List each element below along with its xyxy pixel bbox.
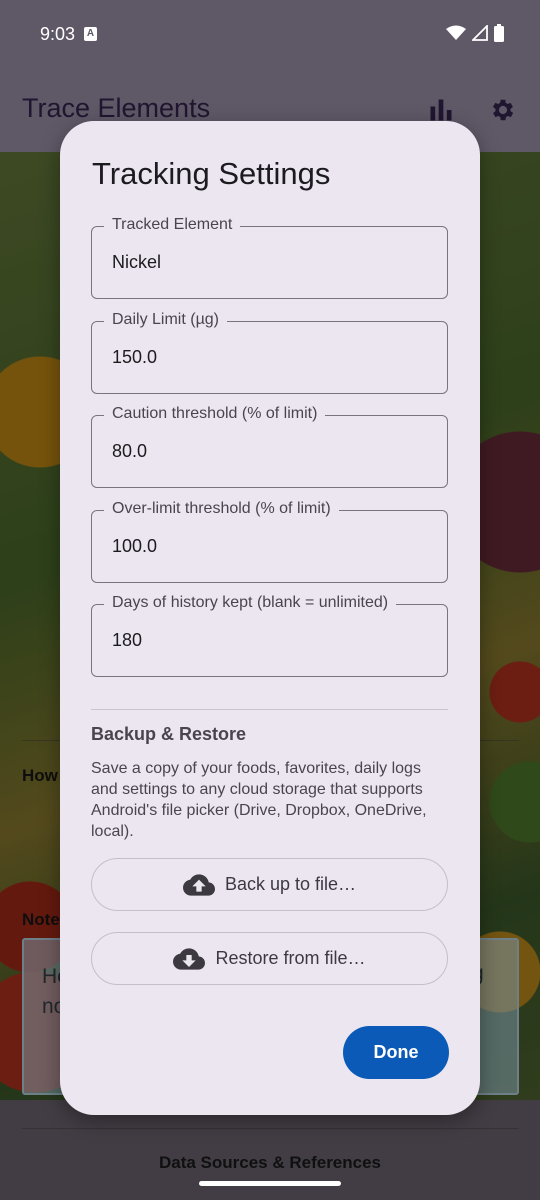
signal-icon (472, 25, 488, 41)
done-button[interactable]: Done (343, 1026, 449, 1079)
section-divider (91, 709, 448, 710)
field-label: Daily Limit (µg) (104, 311, 228, 329)
field-label: Over-limit threshold (% of limit) (104, 500, 339, 518)
notes-section-label: Note (22, 910, 60, 929)
app-title: Trace Elements (22, 93, 211, 123)
data-sources-link[interactable]: Data Sources & References (0, 1153, 540, 1173)
dialog-title: Tracking Settings (92, 156, 331, 191)
notification-icon: A (84, 27, 97, 41)
restore-button-label: Restore from file… (215, 948, 366, 968)
backup-section-title: Backup & Restore (91, 724, 247, 744)
field-label: Tracked Element (104, 216, 241, 234)
backup-description: Save a copy of your foods, favorites, da… (91, 760, 427, 840)
field-value: 150.0 (112, 347, 158, 367)
battery-icon (494, 24, 504, 42)
daily-limit-field[interactable]: Daily Limit (µg) 150.0 (91, 311, 448, 394)
field-label: Caution threshold (% of limit) (104, 405, 326, 423)
home-indicator[interactable] (199, 1181, 341, 1186)
cloud-upload-icon (182, 873, 215, 896)
status-time: 9:03 (40, 24, 76, 44)
field-value: 100.0 (112, 536, 158, 556)
over-limit-threshold-field[interactable]: Over-limit threshold (% of limit) 100.0 (91, 500, 448, 583)
settings-icon[interactable] (489, 96, 517, 124)
history-days-field[interactable]: Days of history kept (blank = unlimited)… (91, 594, 448, 677)
backup-button-label: Back up to file… (224, 874, 357, 894)
tracking-settings-dialog: Tracking Settings Tracked Element Nickel… (60, 121, 480, 1115)
caution-threshold-field[interactable]: Caution threshold (% of limit) 80.0 (91, 405, 448, 488)
wifi-icon (446, 25, 466, 40)
tracked-element-field[interactable]: Tracked Element Nickel (91, 216, 448, 299)
restore-button[interactable]: Restore from file… (91, 932, 448, 985)
cloud-download-icon (173, 947, 206, 970)
divider (22, 1128, 519, 1129)
how-section-label: How (22, 766, 58, 785)
field-value: Nickel (112, 252, 162, 272)
stats-icon[interactable] (427, 96, 455, 124)
field-value: 180 (112, 630, 143, 650)
field-label: Days of history kept (blank = unlimited) (104, 594, 397, 612)
status-bar: 9:03 A (0, 0, 540, 64)
backup-button[interactable]: Back up to file… (91, 858, 448, 911)
field-value: 80.0 (112, 441, 148, 461)
